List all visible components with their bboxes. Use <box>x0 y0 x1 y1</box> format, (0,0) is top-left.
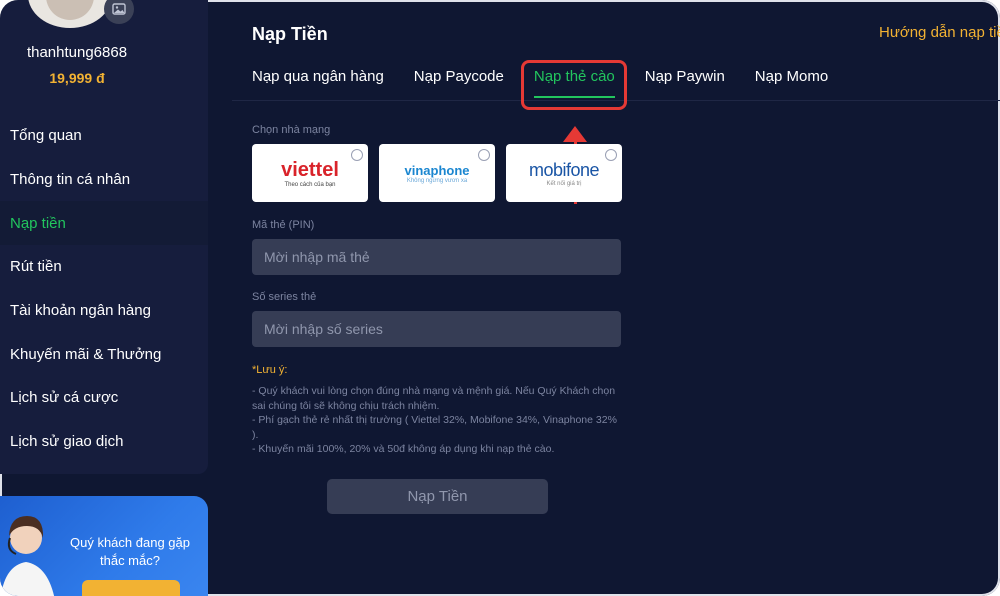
image-icon[interactable] <box>104 0 134 24</box>
pin-label: Mã thẻ (PIN) <box>252 219 315 231</box>
mobifone-logo: mobifone Kết nối giá trị <box>528 159 600 187</box>
username: thanhtung6868 <box>26 44 128 61</box>
serial-input[interactable] <box>252 311 621 347</box>
tab-bank[interactable]: Nạp qua ngân hàng <box>252 68 384 92</box>
guide-link[interactable]: Hướng dẫn nạp tiề <box>879 24 1000 41</box>
radio-viettel[interactable] <box>351 149 363 161</box>
main-content: Nạp Tiền Hướng dẫn nạp tiề Nạp qua ngân … <box>232 0 1000 596</box>
sidebar-item-bank-account[interactable]: Tài khoản ngân hàng <box>0 289 208 333</box>
carrier-mobifone[interactable]: mobifone Kết nối giá trị <box>506 144 622 202</box>
vinaphone-logo: vinaphone Không ngừng vươn xa <box>404 162 470 184</box>
carrier-vinaphone[interactable]: vinaphone Không ngừng vươn xa <box>379 144 495 202</box>
sidebar-item-promotions[interactable]: Khuyến mãi & Thưởng <box>0 332 208 376</box>
app-window: thanhtung6868 19,999 đ Tổng quan Thông t… <box>0 0 1000 596</box>
radio-vinaphone[interactable] <box>478 149 490 161</box>
sidebar-item-deposit[interactable]: Nạp tiền <box>0 201 208 246</box>
carrier-options: viettel Theo cách của bạn vinaphone Khôn… <box>252 144 633 202</box>
tab-momo[interactable]: Nạp Momo <box>755 68 828 92</box>
sidebar-item-profile[interactable]: Thông tin cá nhân <box>0 158 208 202</box>
viettel-logo: viettel Theo cách của bạn <box>281 158 339 188</box>
pin-input[interactable] <box>252 239 621 275</box>
sidebar-item-withdraw[interactable]: Rút tiền <box>0 245 208 289</box>
note-text: - Quý khách vui lòng chọn đúng nhà mạng … <box>252 385 617 455</box>
avatar <box>28 0 112 28</box>
sidebar-item-overview[interactable]: Tổng quan <box>0 114 208 158</box>
sidebar-menu: Tổng quan Thông tin cá nhân Nạp tiền Rút… <box>0 114 208 464</box>
annotation-highlight-box <box>521 60 627 110</box>
promo-text: Quý khách đang gặp thắc mắc? <box>70 535 190 568</box>
sidebar: thanhtung6868 19,999 đ Tổng quan Thông t… <box>0 0 208 474</box>
tab-paywin[interactable]: Nạp Paywin <box>645 68 725 92</box>
page-title: Nạp Tiền <box>252 24 328 44</box>
balance: 19,999 đ <box>49 70 105 86</box>
support-agent-icon <box>0 516 55 596</box>
note-title: *Lưu ý: <box>252 364 288 376</box>
sidebar-item-transaction-history[interactable]: Lịch sử giao dịch <box>0 420 208 464</box>
radio-mobifone[interactable] <box>605 149 617 161</box>
carrier-viettel[interactable]: viettel Theo cách của bạn <box>252 144 368 202</box>
serial-label: Số series thẻ <box>252 291 317 303</box>
carrier-label: Chọn nhà mạng <box>252 124 331 136</box>
contact-button[interactable] <box>82 580 180 596</box>
avatar-photo <box>46 0 94 20</box>
sidebar-item-bet-history[interactable]: Lịch sử cá cược <box>0 376 208 420</box>
tab-paycode[interactable]: Nạp Paycode <box>414 68 504 92</box>
support-promo: Quý khách đang gặp thắc mắc? <box>0 496 208 596</box>
submit-deposit-button[interactable]: Nạp Tiền <box>327 479 548 514</box>
